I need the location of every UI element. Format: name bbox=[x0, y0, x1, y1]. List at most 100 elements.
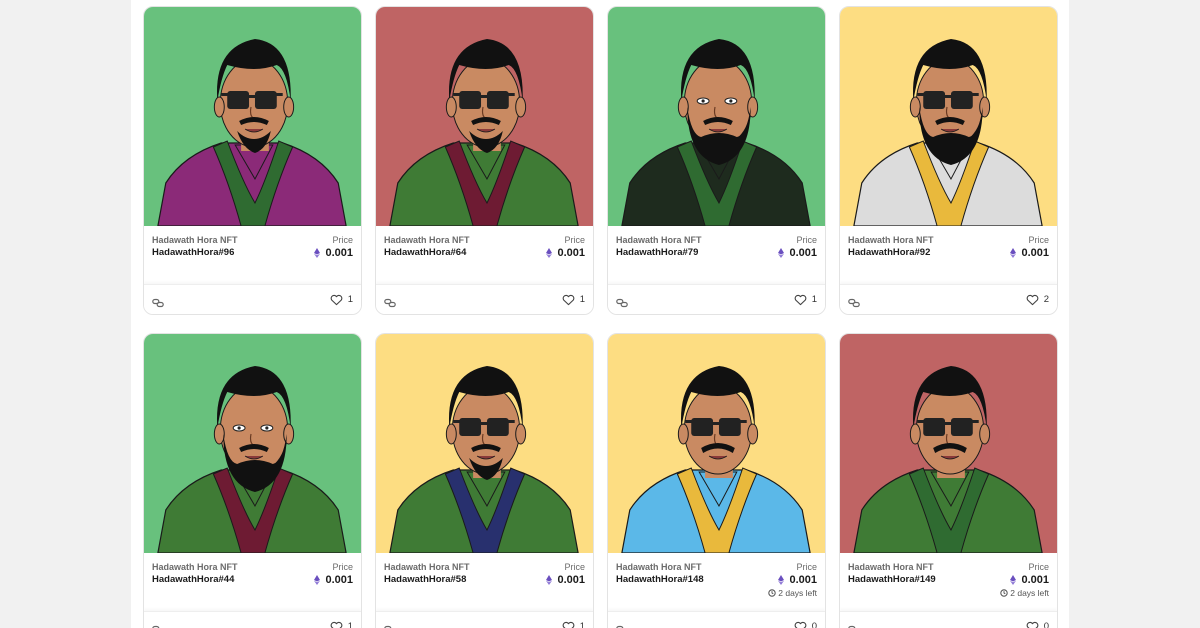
price-amount: 0.001 bbox=[1021, 574, 1049, 586]
likes-count: 0 bbox=[811, 621, 817, 628]
token-name[interactable]: HadawathHora#58 bbox=[384, 574, 466, 585]
price-label: Price bbox=[564, 562, 585, 572]
collection-name[interactable]: Hadawath Hora NFT bbox=[848, 235, 934, 245]
nft-card-footer: 1 bbox=[144, 611, 361, 628]
price-label: Price bbox=[1028, 562, 1049, 572]
nft-card-1[interactable]: Hadawath Hora NFT HadawathHora#96 Price … bbox=[143, 6, 362, 315]
link-icon[interactable] bbox=[384, 622, 396, 628]
heart-icon bbox=[1026, 294, 1039, 306]
price-value: 0.001 bbox=[1010, 574, 1049, 586]
heart-icon bbox=[330, 621, 343, 628]
ethereum-icon bbox=[1010, 248, 1017, 258]
like-button[interactable]: 1 bbox=[794, 294, 817, 306]
nft-card-8[interactable]: Hadawath Hora NFT HadawathHora#149 Price… bbox=[839, 333, 1058, 628]
nft-image[interactable] bbox=[608, 334, 825, 553]
link-icon[interactable] bbox=[848, 295, 860, 307]
auction-time-left: 2 days left bbox=[768, 588, 817, 598]
like-button[interactable]: 0 bbox=[1026, 621, 1049, 628]
price-label: Price bbox=[332, 562, 353, 572]
price-amount: 0.001 bbox=[557, 574, 585, 586]
nft-card-7[interactable]: Hadawath Hora NFT HadawathHora#148 Price… bbox=[607, 333, 826, 628]
collection-name[interactable]: Hadawath Hora NFT bbox=[384, 562, 470, 572]
price-amount: 0.001 bbox=[789, 574, 817, 586]
heart-icon bbox=[1026, 621, 1039, 628]
nft-image[interactable] bbox=[376, 7, 593, 226]
price-amount: 0.001 bbox=[325, 574, 353, 586]
collection-name[interactable]: Hadawath Hora NFT bbox=[848, 562, 934, 572]
token-name[interactable]: HadawathHora#44 bbox=[152, 574, 234, 585]
likes-count: 1 bbox=[347, 294, 353, 305]
nft-portrait-image bbox=[144, 7, 361, 226]
like-button[interactable]: 2 bbox=[1026, 294, 1049, 306]
token-name[interactable]: HadawathHora#96 bbox=[152, 247, 234, 258]
nft-card-info: Hadawath Hora NFT HadawathHora#44 Price … bbox=[144, 553, 361, 611]
price-amount: 0.001 bbox=[1021, 247, 1049, 259]
price-value: 0.001 bbox=[546, 247, 585, 259]
link-icon[interactable] bbox=[616, 295, 628, 307]
nft-card-footer: 1 bbox=[144, 284, 361, 314]
price-amount: 0.001 bbox=[325, 247, 353, 259]
link-icon[interactable] bbox=[152, 622, 164, 628]
price-value: 0.001 bbox=[1010, 247, 1049, 259]
heart-icon bbox=[562, 294, 575, 306]
token-name[interactable]: HadawathHora#92 bbox=[848, 247, 930, 258]
token-name[interactable]: HadawathHora#79 bbox=[616, 247, 698, 258]
link-icon[interactable] bbox=[384, 295, 396, 307]
nft-image[interactable] bbox=[376, 334, 593, 553]
nft-portrait-image bbox=[840, 7, 1057, 226]
clock-icon bbox=[768, 589, 776, 597]
nft-card-info: Hadawath Hora NFT HadawathHora#96 Price … bbox=[144, 226, 361, 284]
link-icon[interactable] bbox=[152, 295, 164, 307]
nft-card-2[interactable]: Hadawath Hora NFT HadawathHora#64 Price … bbox=[375, 6, 594, 315]
price-amount: 0.001 bbox=[789, 247, 817, 259]
token-name[interactable]: HadawathHora#64 bbox=[384, 247, 466, 258]
nft-card-footer: 1 bbox=[376, 611, 593, 628]
nft-card-grid: Hadawath Hora NFT HadawathHora#96 Price … bbox=[143, 6, 1058, 628]
nft-image[interactable] bbox=[144, 334, 361, 553]
link-icon[interactable] bbox=[848, 622, 860, 628]
nft-portrait-image bbox=[376, 7, 593, 226]
likes-count: 0 bbox=[1043, 621, 1049, 628]
nft-card-3[interactable]: Hadawath Hora NFT HadawathHora#79 Price … bbox=[607, 6, 826, 315]
price-value: 0.001 bbox=[778, 247, 817, 259]
price-label: Price bbox=[1028, 235, 1049, 245]
like-button[interactable]: 1 bbox=[330, 621, 353, 628]
token-name[interactable]: HadawathHora#149 bbox=[848, 574, 936, 585]
ethereum-icon bbox=[778, 248, 785, 258]
link-icon[interactable] bbox=[616, 622, 628, 628]
ethereum-icon bbox=[314, 248, 321, 258]
nft-image[interactable] bbox=[608, 7, 825, 226]
ethereum-icon bbox=[546, 248, 553, 258]
heart-icon bbox=[794, 621, 807, 628]
like-button[interactable]: 1 bbox=[562, 294, 585, 306]
time-left-text: 2 days left bbox=[1010, 588, 1049, 598]
heart-icon bbox=[794, 294, 807, 306]
nft-card-info: Hadawath Hora NFT HadawathHora#58 Price … bbox=[376, 553, 593, 611]
like-button[interactable]: 1 bbox=[330, 294, 353, 306]
nft-card-4[interactable]: Hadawath Hora NFT HadawathHora#92 Price … bbox=[839, 6, 1058, 315]
nft-gallery-page: Hadawath Hora NFT HadawathHora#96 Price … bbox=[131, 0, 1069, 628]
nft-image[interactable] bbox=[144, 7, 361, 226]
auction-time-left: 2 days left bbox=[1000, 588, 1049, 598]
collection-name[interactable]: Hadawath Hora NFT bbox=[616, 562, 702, 572]
collection-name[interactable]: Hadawath Hora NFT bbox=[616, 235, 702, 245]
nft-image[interactable] bbox=[840, 334, 1057, 553]
nft-image[interactable] bbox=[840, 7, 1057, 226]
collection-name[interactable]: Hadawath Hora NFT bbox=[384, 235, 470, 245]
nft-portrait-image bbox=[144, 334, 361, 553]
nft-card-6[interactable]: Hadawath Hora NFT HadawathHora#58 Price … bbox=[375, 333, 594, 628]
collection-name[interactable]: Hadawath Hora NFT bbox=[152, 235, 238, 245]
price-value: 0.001 bbox=[778, 574, 817, 586]
collection-name[interactable]: Hadawath Hora NFT bbox=[152, 562, 238, 572]
nft-card-footer: 0 bbox=[608, 611, 825, 628]
price-value: 0.001 bbox=[314, 574, 353, 586]
like-button[interactable]: 1 bbox=[562, 621, 585, 628]
nft-card-5[interactable]: Hadawath Hora NFT HadawathHora#44 Price … bbox=[143, 333, 362, 628]
nft-card-info: Hadawath Hora NFT HadawathHora#92 Price … bbox=[840, 226, 1057, 284]
nft-portrait-image bbox=[608, 334, 825, 553]
nft-card-footer: 1 bbox=[608, 284, 825, 314]
ethereum-icon bbox=[778, 575, 785, 585]
likes-count: 2 bbox=[1043, 294, 1049, 305]
token-name[interactable]: HadawathHora#148 bbox=[616, 574, 704, 585]
like-button[interactable]: 0 bbox=[794, 621, 817, 628]
